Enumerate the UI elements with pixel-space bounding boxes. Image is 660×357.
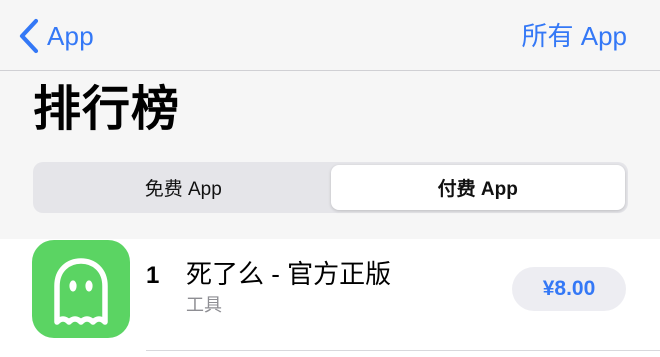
- all-apps-link[interactable]: 所有 App: [522, 19, 628, 53]
- navigation-bar: App 所有 App: [0, 0, 660, 71]
- segment-paid-apps[interactable]: 付费 App: [330, 165, 625, 210]
- back-button[interactable]: App: [18, 17, 94, 55]
- price-button[interactable]: ¥8.00: [512, 267, 626, 311]
- app-rank: 1: [146, 262, 160, 289]
- page-title: 排行榜: [33, 83, 181, 136]
- back-button-label: App: [47, 20, 94, 51]
- app-category: 工具: [186, 295, 222, 315]
- app-list-row[interactable]: 1 死了么 - 官方正版 工具 ¥8.00: [0, 239, 660, 357]
- app-icon[interactable]: [32, 240, 130, 338]
- app-name[interactable]: 死了么 - 官方正版: [186, 257, 391, 291]
- ghost-icon: [54, 258, 108, 325]
- segment-free-apps[interactable]: 免费 App: [36, 165, 331, 210]
- row-divider: [146, 350, 660, 351]
- chevron-left-icon: [19, 18, 39, 54]
- header-area: App 所有 App 排行榜 免费 App 付费 App: [0, 0, 660, 239]
- segmented-control: 免费 App 付费 App: [33, 162, 628, 213]
